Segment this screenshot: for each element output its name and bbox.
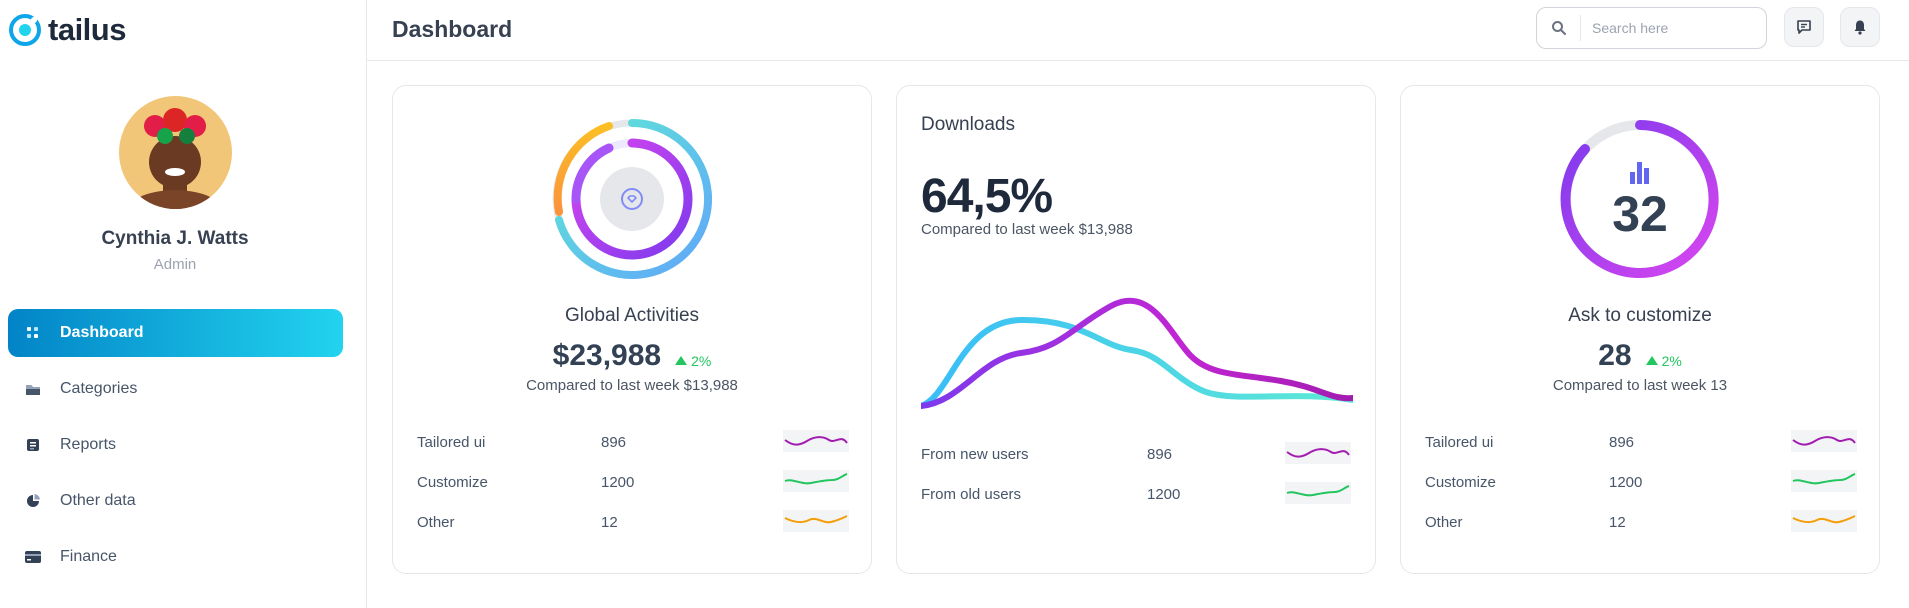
sparkline-chart xyxy=(1791,470,1857,492)
stat-label: Tailored ui xyxy=(417,434,486,451)
stat-row: Tailored ui 896 xyxy=(1401,428,1879,458)
brand-logo[interactable]: tailus xyxy=(8,12,126,48)
stat-value: 896 xyxy=(1147,446,1173,463)
series-line xyxy=(921,316,1353,409)
sidebar-item-label: Other data xyxy=(60,492,136,509)
sparkline-chart xyxy=(783,430,849,452)
delta-badge: 2% xyxy=(675,353,711,369)
stat-value: 12 xyxy=(601,514,618,531)
sidebar-item-finance[interactable]: Finance xyxy=(8,533,343,581)
search-box[interactable] xyxy=(1536,7,1767,49)
stat-row: Other 12 xyxy=(1401,508,1879,538)
activity-rings-chart xyxy=(552,119,713,279)
page-title: Dashboard xyxy=(392,16,513,42)
stat-row: Customize 1200 xyxy=(1401,468,1879,498)
topbar: Dashboard xyxy=(367,0,1909,61)
stat-row: Other 12 xyxy=(393,508,871,538)
stat-label: Tailored ui xyxy=(1425,434,1494,451)
arrow-up-icon xyxy=(675,356,688,365)
sidebar-item-label: Reports xyxy=(60,436,117,453)
stat-value: 896 xyxy=(1609,434,1635,451)
downloads-line-chart xyxy=(921,297,1353,409)
arrow-up-icon xyxy=(1645,356,1658,365)
delta-value: 2% xyxy=(691,352,712,369)
user-name: Cynthia J. Watts xyxy=(101,228,249,249)
avatar-image xyxy=(119,96,232,209)
stat-label: Customize xyxy=(417,474,488,491)
compare-text: Compared to last week $13,988 xyxy=(526,377,738,394)
sparkline-chart xyxy=(1791,430,1857,452)
folder-icon xyxy=(24,380,42,398)
sidebar-item-other-data[interactable]: Other data xyxy=(8,477,343,525)
sidebar-item-reports[interactable]: Reports xyxy=(8,421,343,469)
stat-value: 896 xyxy=(601,434,627,451)
card-title: Global Activities xyxy=(564,305,700,326)
stat-value: 12 xyxy=(1609,514,1626,531)
compare-text: Compared to last week 13 xyxy=(1552,377,1728,394)
global-value: $23,988 xyxy=(552,339,662,372)
stat-label: From old users xyxy=(921,486,1022,503)
delta-badge: 2% xyxy=(1645,352,1682,369)
sparkline-chart xyxy=(1791,510,1857,532)
downloads-value: 64,5% xyxy=(921,170,1053,223)
messages-button[interactable] xyxy=(1784,7,1824,47)
progress-ring-chart: 32 xyxy=(1560,120,1719,278)
compare-text: Compared to last week $13,988 xyxy=(921,221,1133,238)
notifications-button[interactable] xyxy=(1840,7,1880,47)
sparkline-chart xyxy=(783,510,849,532)
card-title: Downloads xyxy=(921,114,1015,135)
stat-value: 1200 xyxy=(601,474,635,491)
bell-icon xyxy=(1854,20,1866,35)
stat-label: Other xyxy=(417,514,455,531)
downloads-card: Downloads 64,5% Compared to last week $1… xyxy=(896,85,1376,574)
value-row: $23,988 2% xyxy=(393,339,871,373)
credit-card-icon xyxy=(24,548,42,566)
stat-row: Customize 1200 xyxy=(393,468,871,498)
stat-label: Other xyxy=(1425,514,1463,531)
stat-label: Customize xyxy=(1425,474,1496,491)
stat-row: From new users 896 xyxy=(897,440,1375,470)
search-input[interactable] xyxy=(1581,20,1751,36)
pie-chart-icon xyxy=(24,492,42,510)
tailus-logo-icon xyxy=(9,14,41,46)
stat-row: Tailored ui 896 xyxy=(393,428,871,458)
global-activities-card: Global Activities $23,988 2% Compared to… xyxy=(392,85,872,574)
sparkline-chart xyxy=(1285,442,1351,464)
sidebar-item-categories[interactable]: Categories xyxy=(8,365,343,413)
chat-icon xyxy=(1797,20,1811,34)
sidebar: tailus Cynthia J. Watts Admin Dashboard xyxy=(0,0,367,608)
value-row: 28 2% xyxy=(1401,339,1879,373)
user-role: Admin xyxy=(153,256,197,273)
search-icon xyxy=(1537,15,1581,41)
customize-card: 32 Ask to customize 28 2% Compared to la… xyxy=(1400,85,1880,574)
stat-value: 1200 xyxy=(1609,474,1643,491)
stat-value: 1200 xyxy=(1147,486,1181,503)
sidebar-item-label: Finance xyxy=(60,548,117,565)
ring-value: 32 xyxy=(1612,186,1668,242)
sidebar-item-label: Dashboard xyxy=(60,324,144,341)
brand-name: tailus xyxy=(48,12,126,47)
sparkline-chart xyxy=(1285,482,1351,504)
sidebar-nav: Dashboard Categories Reports Other data … xyxy=(8,309,343,589)
stat-row: From old users 1200 xyxy=(897,480,1375,510)
report-icon xyxy=(24,436,42,454)
customize-value: 28 xyxy=(1598,339,1632,372)
bar-chart-icon xyxy=(1630,162,1649,184)
stat-label: From new users xyxy=(921,446,1029,463)
sparkline-chart xyxy=(783,470,849,492)
sidebar-item-dashboard[interactable]: Dashboard xyxy=(8,309,343,357)
sidebar-item-label: Categories xyxy=(60,380,138,397)
grid-icon xyxy=(24,324,42,342)
card-title: Ask to customize xyxy=(1568,305,1712,326)
delta-value: 2% xyxy=(1661,352,1682,369)
avatar[interactable] xyxy=(119,96,232,209)
